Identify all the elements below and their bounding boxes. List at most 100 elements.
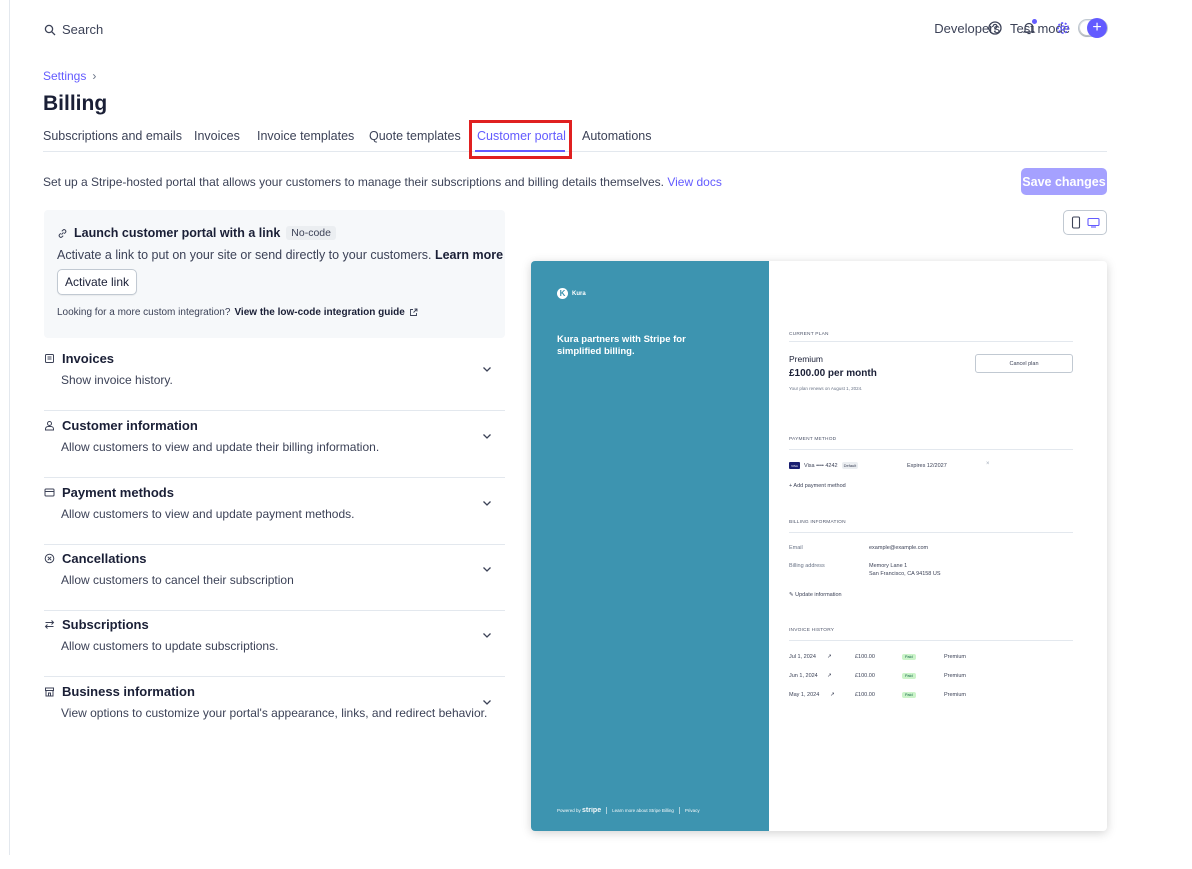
user-icon	[45, 421, 54, 431]
notifications-bell-icon[interactable]	[1019, 18, 1039, 38]
footer-divider	[606, 807, 608, 814]
swap-arrows-icon	[44, 620, 55, 629]
privacy-link: Privacy	[684, 808, 700, 813]
preview-tagline: Kura partners with Stripe for simplified…	[557, 334, 686, 357]
breadcrumb-settings-link[interactable]: Settings	[43, 69, 86, 83]
chevron-down-icon[interactable]	[481, 363, 493, 375]
section-description: Allow customers to view and update payme…	[61, 507, 355, 521]
section-business-information[interactable]: Business information View options to cus…	[44, 678, 505, 744]
invoice-history-label: INVOICE HISTORY	[789, 628, 835, 633]
launch-portal-panel: Launch customer portal with a link No-co…	[44, 210, 505, 338]
page-title: Billing	[43, 92, 108, 115]
section-description: Allow customers to update subscriptions.	[61, 639, 279, 653]
section-description: Show invoice history.	[61, 373, 173, 387]
section-description: Allow customers to cancel their subscrip…	[61, 573, 294, 587]
search-icon	[44, 24, 56, 35]
invoice-date: Jul 1, 2024	[789, 654, 816, 660]
email-row: Email example@example.com	[789, 545, 928, 551]
plan-renewal-text: Your plan renews on August 1, 2024.	[789, 386, 863, 391]
create-plus-button[interactable]: +	[1087, 18, 1107, 38]
search-label: Search	[62, 22, 104, 37]
search-field[interactable]: Search	[44, 22, 103, 37]
chevron-down-icon[interactable]	[481, 563, 493, 575]
section-cancellations[interactable]: Cancellations Allow customers to cancel …	[44, 545, 505, 611]
default-badge: Default	[841, 462, 859, 469]
email-value: example@example.com	[869, 545, 929, 551]
chevron-down-icon[interactable]	[481, 497, 493, 509]
external-link-icon: ↗	[827, 673, 832, 679]
section-title: Subscriptions	[62, 617, 149, 632]
section-description: View options to customize your portal's …	[61, 706, 488, 720]
divider	[789, 640, 1073, 641]
section-subscriptions[interactable]: Subscriptions Allow customers to update …	[44, 611, 505, 677]
remove-card-icon: ×	[986, 461, 990, 467]
invoice-amount: £100.00	[855, 673, 875, 679]
section-title: Payment methods	[62, 485, 174, 500]
save-changes-button[interactable]: Save changes	[1021, 168, 1107, 195]
tab-subscriptions-and-emails[interactable]: Subscriptions and emails	[43, 129, 182, 143]
preview-business-logo: K Kura	[557, 288, 586, 299]
plan-price: £100.00 per month	[789, 368, 877, 379]
section-title: Invoices	[62, 351, 115, 366]
invoice-amount: £100.00	[855, 692, 875, 698]
learn-more-billing-link: Learn more about Stripe Billing	[612, 808, 674, 813]
portal-preview: K Kura Kura partners with Stripe for sim…	[531, 261, 1107, 831]
section-invoices[interactable]: Invoices Show invoice history.	[44, 345, 505, 411]
chevron-down-icon[interactable]	[481, 629, 493, 641]
email-label: Email	[789, 545, 803, 551]
tab-bar: Subscriptions and emails Invoices Invoic…	[43, 121, 1107, 152]
activate-link-button[interactable]: Activate link	[57, 269, 138, 295]
current-plan-label: CURRENT PLAN	[789, 332, 829, 337]
integration-guide-link[interactable]: View the low-code integration guide	[234, 307, 404, 318]
paid-badge: Paid	[902, 654, 916, 660]
paid-badge: Paid	[902, 673, 916, 679]
section-payment-methods[interactable]: Payment methods Allow customers to view …	[44, 479, 505, 545]
intro-text: Set up a Stripe-hosted portal that allow…	[43, 175, 722, 189]
invoice-amount: £100.00	[855, 654, 875, 660]
divider	[789, 449, 1073, 450]
paid-badge: Paid	[902, 692, 916, 698]
launch-description-text: Activate a link to put on your site or s…	[57, 248, 432, 262]
invoice-plan: Premium	[944, 654, 967, 660]
invoice-plan: Premium	[944, 692, 967, 698]
card-number: Visa •••• 4242	[804, 462, 838, 469]
launch-title: Launch customer portal with a link	[74, 226, 281, 240]
mobile-device-icon[interactable]	[1071, 216, 1081, 229]
cancel-circle-icon	[44, 553, 55, 564]
preview-footer: Powered by stripe Learn more about Strip…	[557, 807, 700, 814]
tab-automations[interactable]: Automations	[582, 129, 651, 143]
update-information-link: ✎ Update information	[789, 592, 842, 598]
notification-dot	[1032, 19, 1037, 24]
tab-invoices[interactable]: Invoices	[194, 129, 240, 143]
invoice-plan: Premium	[944, 673, 967, 679]
stripe-logo: stripe	[582, 807, 602, 814]
tab-invoice-templates[interactable]: Invoice templates	[257, 129, 354, 143]
view-docs-link[interactable]: View docs	[667, 175, 721, 189]
intro-description: Set up a Stripe-hosted portal that allow…	[43, 175, 664, 189]
highlight-annotation	[469, 120, 572, 159]
section-customer-information[interactable]: Customer information Allow customers to …	[44, 412, 505, 478]
learn-more-link[interactable]: Learn more	[435, 248, 503, 262]
section-title: Customer information	[62, 418, 198, 433]
chevron-down-icon[interactable]	[481, 430, 493, 442]
chevron-down-icon[interactable]	[481, 696, 493, 708]
plan-name: Premium	[789, 354, 824, 364]
preview-content-panel: CURRENT PLAN Premium £100.00 per month Y…	[769, 261, 1107, 831]
card-icon	[44, 488, 55, 497]
device-preview-toggle	[1063, 210, 1107, 235]
desktop-device-icon[interactable]	[1086, 217, 1100, 228]
tab-quote-templates[interactable]: Quote templates	[369, 129, 461, 143]
external-link-icon: ↗	[827, 654, 832, 660]
kura-logo-icon: K	[557, 288, 568, 299]
billing-information-label: BILLING INFORMATION	[789, 520, 846, 525]
visa-card-icon: VISA	[789, 462, 800, 469]
help-icon[interactable]	[985, 18, 1005, 38]
breadcrumb: Settings ›	[43, 69, 96, 83]
divider	[789, 532, 1073, 533]
settings-gear-icon[interactable]	[1053, 18, 1073, 38]
section-title: Business information	[62, 684, 195, 699]
billing-address-value: Memory Lane 1 San Francisco, CA 94158 US	[869, 563, 941, 577]
breadcrumb-separator: ›	[92, 69, 97, 83]
top-bar: Search Developers Test mode +	[0, 0, 1192, 60]
divider	[789, 341, 1073, 342]
